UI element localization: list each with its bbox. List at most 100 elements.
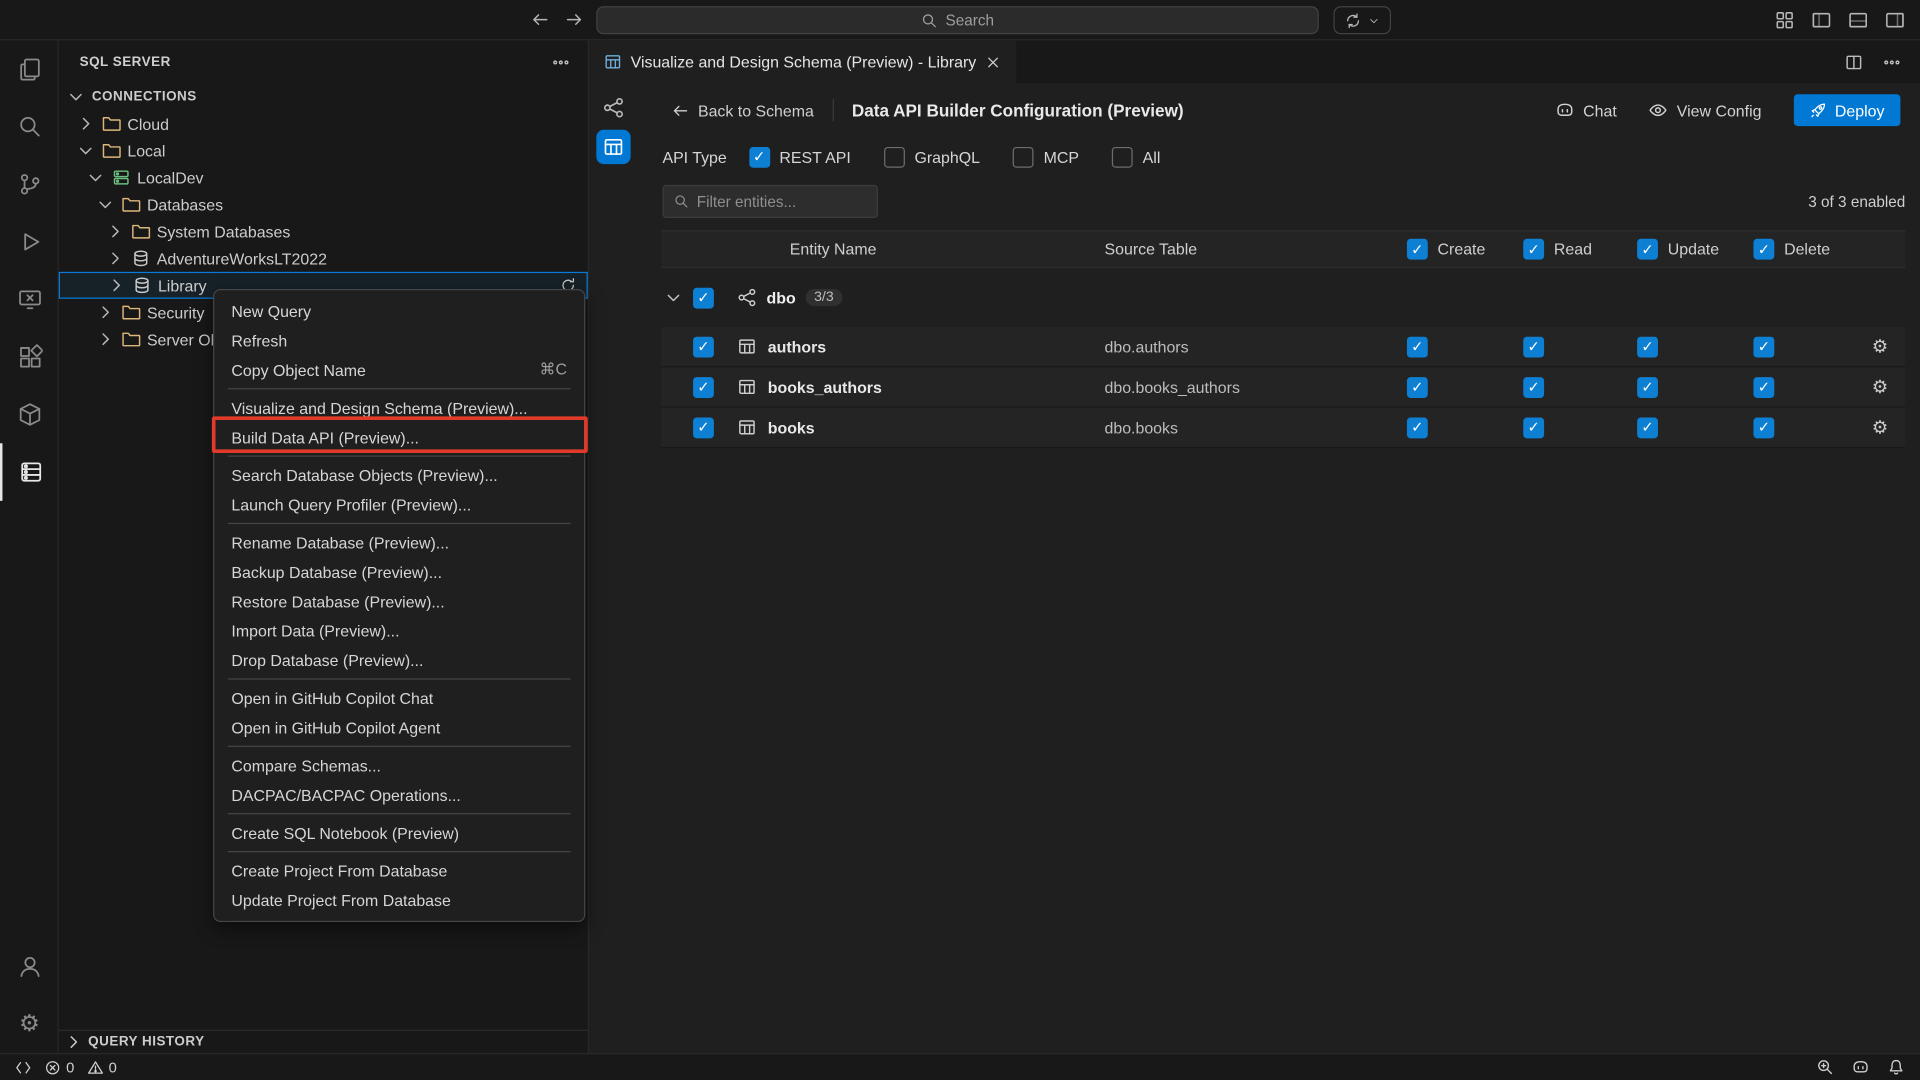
read-checkbox[interactable] xyxy=(1523,336,1544,357)
entity-row-books[interactable]: books dbo.books ⚙ xyxy=(661,408,1905,448)
update-all-checkbox[interactable] xyxy=(1637,239,1658,260)
tree-section-connections[interactable]: CONNECTIONS xyxy=(59,83,588,110)
query-history-section[interactable]: QUERY HISTORY xyxy=(59,1030,588,1053)
sql-server-view-icon[interactable] xyxy=(0,443,59,501)
schema-designer-icon xyxy=(604,53,622,71)
search-view-icon[interactable] xyxy=(0,98,59,156)
settings-gear-icon[interactable]: ⚙ xyxy=(0,996,59,1054)
filter-entities-field[interactable] xyxy=(662,185,878,218)
filter-entities-input[interactable] xyxy=(697,193,867,210)
tree-item-adventureworks[interactable]: AdventureWorksLT2022 xyxy=(59,245,588,272)
row-settings-gear-icon[interactable]: ⚙ xyxy=(1872,337,1888,355)
zoom-icon[interactable] xyxy=(1816,1058,1834,1076)
toggle-primary-sidebar-icon[interactable] xyxy=(1811,10,1832,31)
menu-item-update-project-from-database[interactable]: Update Project From Database xyxy=(214,885,584,914)
create-checkbox[interactable] xyxy=(1407,417,1428,438)
tree-item-local[interactable]: Local xyxy=(59,137,588,164)
entity-row-books-authors[interactable]: books_authors dbo.books_authors ⚙ xyxy=(661,367,1905,407)
history-forward-icon[interactable] xyxy=(564,10,584,30)
remote-indicator-icon[interactable] xyxy=(15,1059,32,1076)
menu-item-compare-schemas[interactable]: Compare Schemas... xyxy=(214,751,584,780)
problems-status[interactable]: 0 0 xyxy=(44,1059,117,1076)
copilot-status-icon[interactable] xyxy=(1851,1058,1869,1076)
view-config-button[interactable]: View Config xyxy=(1649,100,1762,120)
rest-api-checkbox[interactable] xyxy=(749,146,770,167)
api-option-all[interactable]: All xyxy=(1112,146,1160,167)
source-control-icon[interactable] xyxy=(0,156,59,214)
chevron-down-icon[interactable] xyxy=(664,288,684,308)
menu-item-dacpac-bacpac[interactable]: DACPAC/BACPAC Operations... xyxy=(214,780,584,809)
menu-item-new-query[interactable]: New Query xyxy=(214,296,584,325)
table-designer-view-button[interactable] xyxy=(596,130,630,164)
remote-explorer-icon[interactable] xyxy=(0,271,59,329)
explorer-icon[interactable] xyxy=(0,40,59,98)
sidebar-more-actions-icon[interactable] xyxy=(551,52,571,72)
delete-all-checkbox[interactable] xyxy=(1753,239,1774,260)
menu-item-create-sql-notebook[interactable]: Create SQL Notebook (Preview) xyxy=(214,818,584,847)
menu-item-search-database-objects[interactable]: Search Database Objects (Preview)... xyxy=(214,460,584,489)
row-enabled-checkbox[interactable] xyxy=(693,336,714,357)
api-option-rest[interactable]: REST API xyxy=(749,146,851,167)
menu-item-open-copilot-chat[interactable]: Open in GitHub Copilot Chat xyxy=(214,683,584,712)
menu-item-create-project-from-database[interactable]: Create Project From Database xyxy=(214,856,584,885)
menu-item-rename-database[interactable]: Rename Database (Preview)... xyxy=(214,528,584,557)
row-enabled-checkbox[interactable] xyxy=(693,417,714,438)
menu-item-import-data[interactable]: Import Data (Preview)... xyxy=(214,616,584,645)
run-debug-icon[interactable] xyxy=(0,213,59,271)
row-enabled-checkbox[interactable] xyxy=(693,377,714,398)
editor-more-actions-icon[interactable] xyxy=(1882,52,1902,72)
toggle-secondary-sidebar-icon[interactable] xyxy=(1884,10,1905,31)
deploy-button[interactable]: Deploy xyxy=(1793,94,1900,126)
tree-item-system-databases[interactable]: System Databases xyxy=(59,218,588,245)
delete-checkbox[interactable] xyxy=(1753,336,1774,357)
read-checkbox[interactable] xyxy=(1523,377,1544,398)
graphql-checkbox[interactable] xyxy=(884,146,905,167)
command-center-search[interactable]: Search xyxy=(596,6,1318,34)
mcp-checkbox[interactable] xyxy=(1013,146,1034,167)
tab-visualize-design-schema[interactable]: Visualize and Design Schema (Preview) - … xyxy=(589,40,1017,83)
schema-diagram-view-button[interactable] xyxy=(596,91,630,125)
delete-checkbox[interactable] xyxy=(1753,377,1774,398)
extensions-icon[interactable] xyxy=(0,328,59,386)
menu-item-launch-query-profiler[interactable]: Launch Query Profiler (Preview)... xyxy=(214,490,584,519)
back-to-schema-link[interactable]: Back to Schema xyxy=(671,101,814,119)
menu-item-visualize-design-schema[interactable]: Visualize and Design Schema (Preview)... xyxy=(214,393,584,422)
close-icon[interactable] xyxy=(985,53,1002,70)
all-checkbox[interactable] xyxy=(1112,146,1133,167)
menu-item-drop-database[interactable]: Drop Database (Preview)... xyxy=(214,645,584,674)
database-projects-icon[interactable] xyxy=(0,386,59,444)
create-checkbox[interactable] xyxy=(1407,377,1428,398)
menu-item-build-data-api[interactable]: Build Data API (Preview)... xyxy=(214,422,584,451)
menu-item-backup-database[interactable]: Backup Database (Preview)... xyxy=(214,557,584,586)
delete-checkbox[interactable] xyxy=(1753,417,1774,438)
update-checkbox[interactable] xyxy=(1637,377,1658,398)
menu-item-copy-object-name[interactable]: Copy Object Name⌘C xyxy=(214,355,584,384)
row-settings-gear-icon[interactable]: ⚙ xyxy=(1872,418,1888,436)
toggle-panel-icon[interactable] xyxy=(1848,10,1869,31)
menu-item-restore-database[interactable]: Restore Database (Preview)... xyxy=(214,587,584,616)
row-settings-gear-icon[interactable]: ⚙ xyxy=(1872,378,1888,396)
tree-item-localdev[interactable]: LocalDev xyxy=(59,164,588,191)
dbo-group-checkbox[interactable] xyxy=(693,287,714,308)
api-option-mcp[interactable]: MCP xyxy=(1013,146,1079,167)
history-back-icon[interactable] xyxy=(530,10,550,30)
read-checkbox[interactable] xyxy=(1523,417,1544,438)
update-checkbox[interactable] xyxy=(1637,336,1658,357)
schema-group-row-dbo[interactable]: dbo 3/3 xyxy=(661,278,1905,317)
read-all-checkbox[interactable] xyxy=(1523,239,1544,260)
tree-item-cloud[interactable]: Cloud xyxy=(59,110,588,137)
chat-button[interactable]: Chat xyxy=(1555,100,1617,120)
update-checkbox[interactable] xyxy=(1637,417,1658,438)
menu-item-refresh[interactable]: Refresh xyxy=(214,326,584,355)
notifications-bell-icon[interactable] xyxy=(1887,1058,1905,1076)
api-option-graphql[interactable]: GraphQL xyxy=(884,146,980,167)
split-editor-icon[interactable] xyxy=(1844,52,1864,72)
create-all-checkbox[interactable] xyxy=(1407,239,1428,260)
entity-row-authors[interactable]: authors dbo.authors ⚙ xyxy=(661,327,1905,367)
create-checkbox[interactable] xyxy=(1407,336,1428,357)
tree-item-databases[interactable]: Databases xyxy=(59,191,588,218)
menu-item-open-copilot-agent[interactable]: Open in GitHub Copilot Agent xyxy=(214,713,584,742)
customize-layout-icon[interactable] xyxy=(1774,10,1795,31)
account-icon[interactable] xyxy=(0,938,59,996)
source-control-graph-button[interactable] xyxy=(1333,6,1391,34)
